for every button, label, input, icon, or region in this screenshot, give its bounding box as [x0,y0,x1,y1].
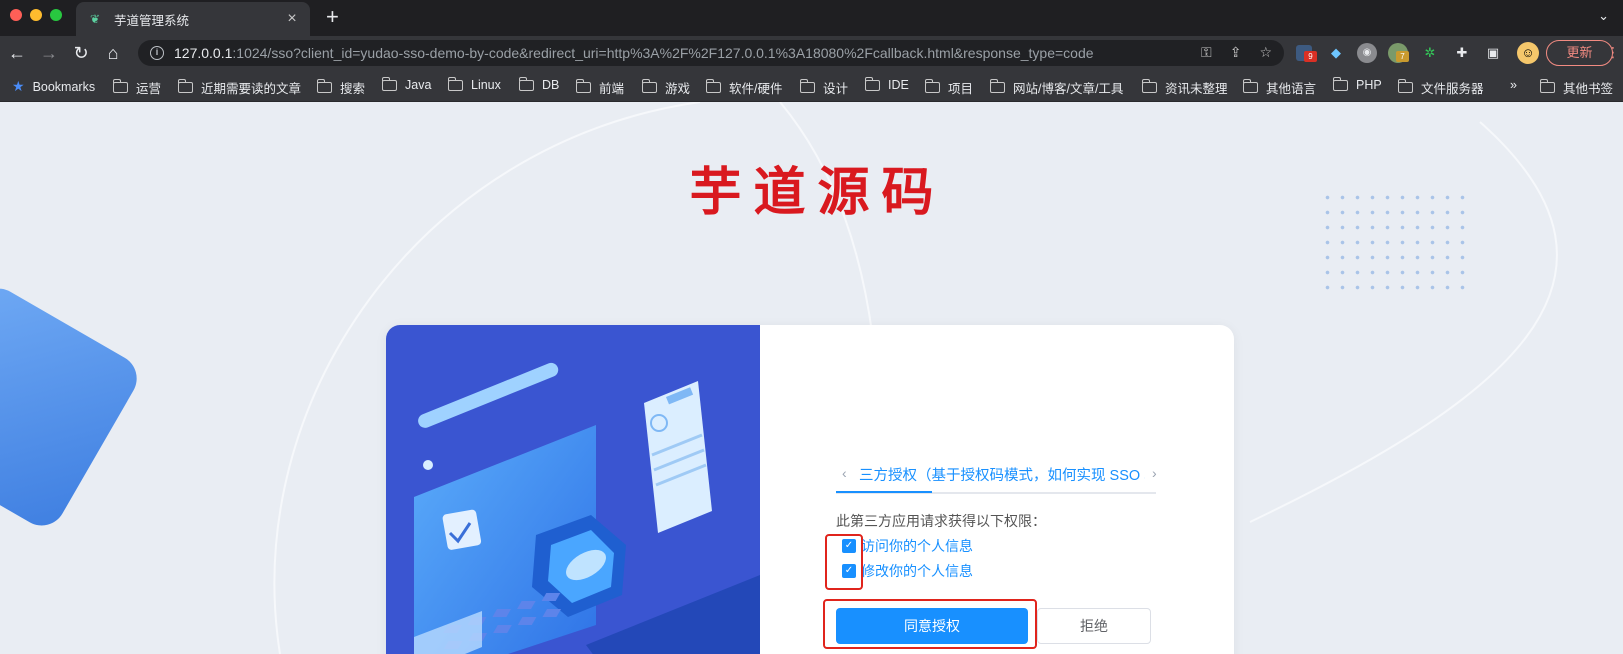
url-text[interactable]: 127.0.0.1:1024/sso?client_id=yudao-sso-d… [174,45,1094,61]
bookmark-folder[interactable]: 其他语言 [1242,78,1316,97]
folder-icon [1141,79,1157,93]
folder-icon [1332,76,1348,91]
agree-button-highlight-box [823,599,1037,649]
site-logo: 芋道源码 [689,162,946,223]
folder-icon [705,79,721,93]
home-icon[interactable]: ⌂ [100,40,126,66]
bookmark-folder[interactable]: 近期需要读的文章 [177,78,301,97]
bookmark-folder[interactable]: DB [518,76,559,92]
bookmark-folder[interactable]: Linux [447,76,501,92]
browser-toolbar: ← → ↻ ⌂ i 127.0.0.1:1024/sso?client_id=y… [0,36,1623,70]
bookmark-folder[interactable]: IDE [864,76,909,92]
browser-tab-bar: ❦ 芋道管理系统 × + ⌄ [0,0,1623,36]
extension-badge: 9 [1304,51,1317,62]
menu-kebab-icon[interactable]: ⋮ [1606,44,1620,61]
folder-icon [447,76,463,91]
bookmarks-bar: ★ Bookmarks 运营 近期需要读的文章 搜索 Java Linux DB … [0,70,1623,102]
tab-title: 芋道管理系统 [114,13,190,28]
folder-icon [381,76,397,91]
folder-icon [177,79,193,93]
folder-icon [316,79,332,93]
new-tab-icon[interactable]: + [326,4,339,30]
maximize-window-button[interactable] [50,9,62,21]
bookmarks-star-icon: ★ [12,78,25,94]
bookmark-folder[interactable]: 搜索 [316,78,365,97]
bookmarks-overflow-icon[interactable]: » [1510,78,1517,92]
folder-icon [1539,79,1555,93]
site-favicon-icon: ❦ [90,12,101,26]
bookmark-folder[interactable]: 网站/博客/文章/工具 [989,78,1123,97]
folder-icon [518,76,534,91]
bookmark-folder[interactable]: 软件/硬件 [705,78,782,97]
bookmark-folder[interactable]: 运营 [112,78,161,97]
reject-button[interactable]: 拒绝 [1037,608,1151,644]
key-icon[interactable]: ⚿ [1201,44,1212,61]
permission-title: 此第三方应用请求获得以下权限： [836,513,1046,529]
bookmark-item[interactable]: ★ Bookmarks [12,78,95,95]
chevron-left-icon[interactable]: ‹ [842,465,847,481]
extension-globe-icon[interactable]: ◉ [1357,43,1377,63]
folder-icon [575,79,591,93]
folder-icon [989,79,1005,93]
back-arrow-icon[interactable]: ← [4,40,30,66]
bookmark-folder[interactable]: 游戏 [641,78,690,97]
permission-label: 修改你的个人信息 [861,563,973,579]
extension-gem-icon[interactable]: ◆ [1326,43,1346,63]
extension-badge: 7 [1396,51,1409,62]
bookmark-folder[interactable]: 项目 [924,78,973,97]
reload-icon[interactable]: ↻ [68,40,94,66]
bookmark-folder[interactable]: 设计 [799,78,848,97]
share-icon[interactable]: ⇪ [1230,44,1242,61]
folder-icon [1397,79,1413,93]
folder-icon [641,79,657,93]
folder-icon [864,76,880,91]
bookmark-star-icon[interactable]: ☆ [1259,44,1272,61]
update-button[interactable]: 更新 [1546,40,1613,66]
bookmark-folder[interactable]: 资讯未整理 [1141,78,1228,97]
other-bookmarks-folder[interactable]: 其他书签 [1539,78,1613,97]
laptop-illustration [414,362,760,654]
folder-icon [112,79,128,93]
minimize-window-button[interactable] [30,9,42,21]
bookmark-folder[interactable]: Java [381,76,431,92]
tab-oauth-authorization[interactable]: 三方授权（基于授权码模式，如何实现 SSO 单点登录？） [859,464,1145,485]
page-viewport: 芋道源码 ‹ 三方授权（基于授权码模式，如何实现 SSO › 此第三方应用请求获… [0,102,1623,654]
bookmark-folder[interactable]: 前端 [575,78,624,97]
illustration-panel [386,325,760,654]
bookmark-folder[interactable]: 文件服务器 [1397,78,1484,97]
site-info-icon[interactable]: i [150,46,164,60]
tab-strip: ‹ 三方授权（基于授权码模式，如何实现 SSO 单点登录？） › [836,458,1208,494]
side-panel-icon[interactable]: ▣ [1483,43,1503,63]
extension-star-icon[interactable]: ✲ [1420,43,1440,63]
folder-icon [799,79,815,93]
bookmark-folder[interactable]: PHP [1332,76,1382,92]
checkbox-highlight-box [825,534,863,590]
permission-label: 访问你的个人信息 [861,538,973,554]
chevron-right-icon[interactable]: › [1152,465,1157,481]
extensions-puzzle-icon[interactable]: ✚ [1452,43,1472,63]
tab-search-chevron-icon[interactable]: ⌄ [1598,8,1609,24]
address-bar[interactable]: i 127.0.0.1:1024/sso?client_id=yudao-sso… [138,40,1284,66]
folder-icon [924,79,940,93]
folder-icon [1242,79,1258,93]
close-tab-icon[interactable]: × [284,10,300,28]
browser-tab[interactable]: ❦ 芋道管理系统 × [76,2,310,36]
tab-active-indicator [836,491,932,493]
forward-arrow-icon[interactable]: → [36,40,62,66]
profile-avatar[interactable]: ☺ [1517,42,1539,64]
close-window-button[interactable] [10,9,22,21]
